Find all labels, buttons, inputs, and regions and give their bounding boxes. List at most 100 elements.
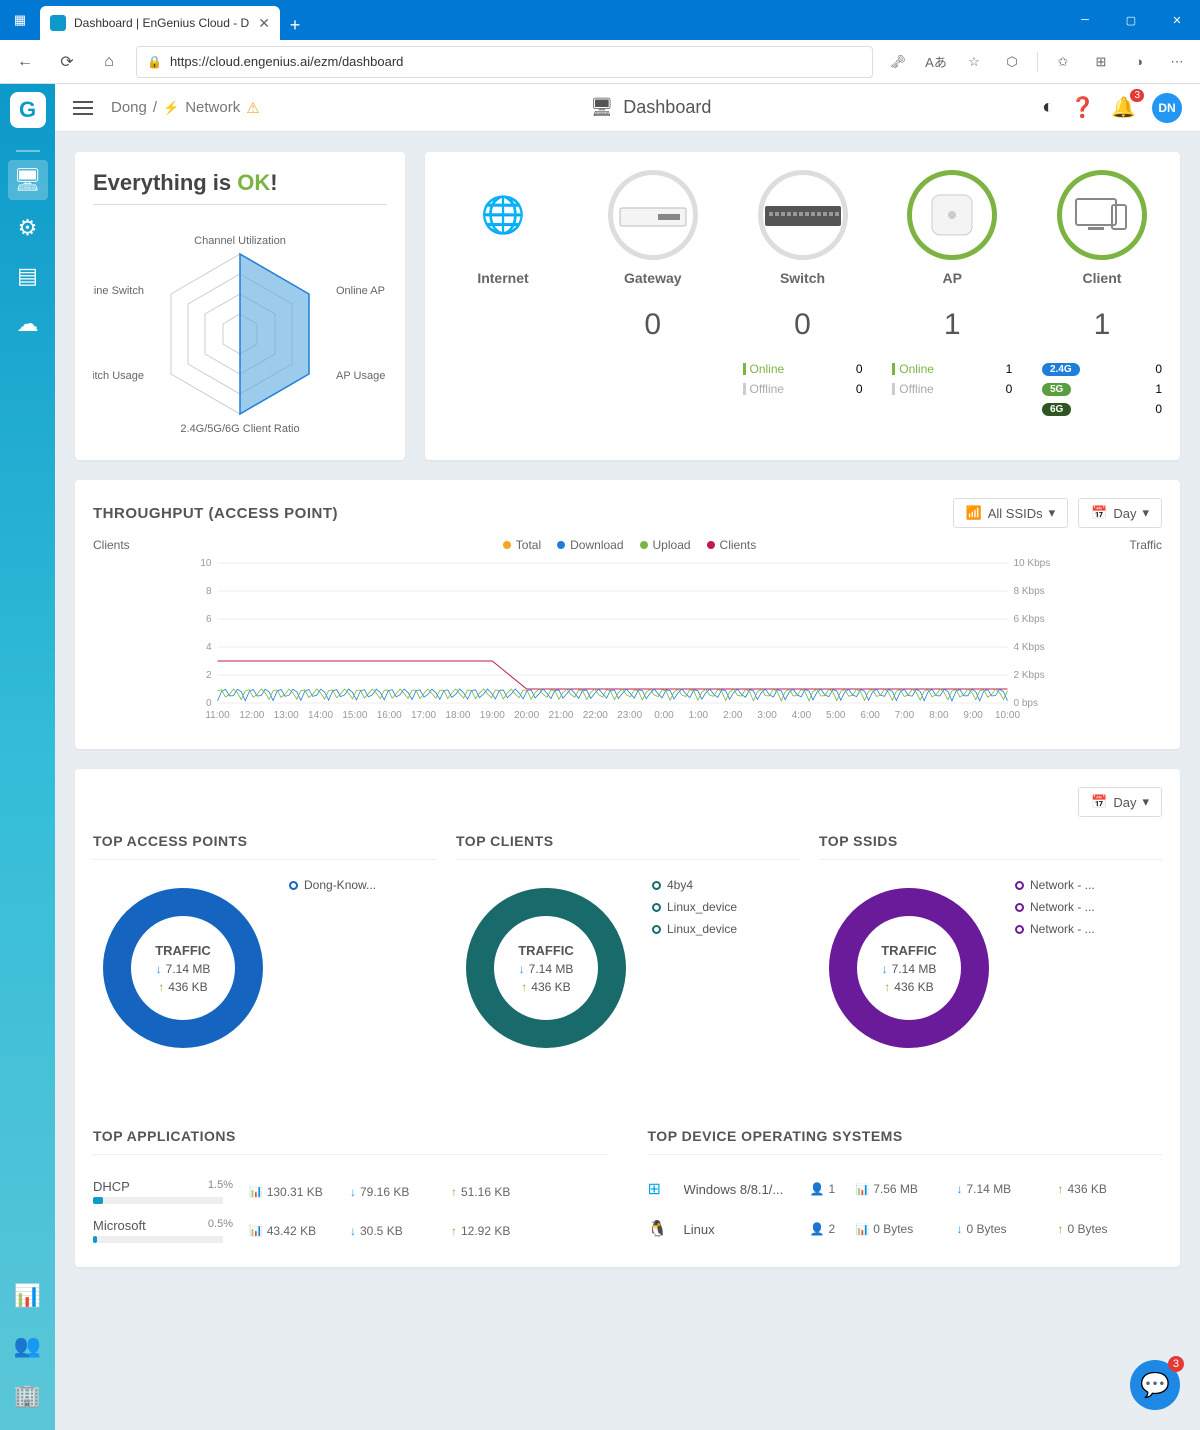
top-list: 4by4 Linux_device Linux_device (652, 878, 737, 1058)
radar-chart: Channel Utilization Online AP AP Usage 2… (93, 219, 387, 439)
star-icon[interactable]: ☆ (961, 49, 987, 75)
extension-icon[interactable]: ⬡ (999, 49, 1025, 75)
top-applications-title: TOP APPLICATIONS (93, 1128, 608, 1155)
svg-text:14:00: 14:00 (308, 710, 333, 721)
sidebar-building-icon[interactable]: 🏢 (8, 1376, 48, 1416)
hamburger-menu[interactable] (73, 101, 93, 115)
warning-icon: ⚠ (246, 99, 259, 117)
window-close-button[interactable]: ✕ (1154, 0, 1200, 40)
donut-chart: TRAFFIC↓7.14 MB↑436 KB (819, 878, 999, 1058)
top-list-item[interactable]: Linux_device (652, 922, 737, 936)
address-input[interactable]: 🔒 https://cloud.engenius.ai/ezm/dashboar… (136, 46, 873, 78)
sidebar-users-icon[interactable]: 👥 (8, 1326, 48, 1366)
svg-text:18:00: 18:00 (445, 710, 470, 721)
topo-label: Switch (780, 270, 825, 286)
os-row: ⊞Windows 8/8.1/...👤1📊7.56 MB↓7.14 MB↑436… (648, 1169, 1163, 1209)
sidebar-doc-icon[interactable]: ▤ (8, 256, 48, 296)
topo-item-gateway[interactable]: Gateway0 (593, 170, 713, 342)
browser-tab-active[interactable]: Dashboard | EnGenius Cloud - D ✕ (40, 6, 280, 40)
svg-text:6:00: 6:00 (860, 710, 880, 721)
os-icon: ⊞ (648, 1179, 668, 1199)
sidebar-monitor-icon[interactable]: 🖥 (8, 160, 48, 200)
browser-titlebar: ▦ Dashboard | EnGenius Cloud - D ✕ + ─ ▢… (0, 0, 1200, 40)
svg-text:23:00: 23:00 (617, 710, 642, 721)
topo-item-client[interactable]: Client12.4G05G16G0 (1042, 170, 1162, 416)
tab-close-icon[interactable]: ✕ (258, 15, 270, 32)
collections-icon[interactable]: ⊞ (1088, 49, 1114, 75)
refresh-button[interactable]: ⟳ (52, 47, 82, 77)
topo-item-internet[interactable]: 🌐 Internet (443, 170, 563, 286)
svg-text:0: 0 (206, 698, 212, 709)
svg-text:10 Kbps: 10 Kbps (1014, 558, 1051, 569)
topo-count: 1 (1094, 308, 1111, 342)
breadcrumb-user: Dong (111, 99, 147, 116)
svg-text:13:00: 13:00 (274, 710, 299, 721)
window-minimize-button[interactable]: ─ (1062, 0, 1108, 40)
svg-text:4:00: 4:00 (792, 710, 812, 721)
top-column: TOP SSIDSTRAFFIC↓7.14 MB↑436 KBNetwork -… (819, 833, 1162, 1058)
top-list: Network - ... Network - ... Network - ... (1015, 878, 1095, 1058)
svg-text:2 Kbps: 2 Kbps (1014, 670, 1045, 681)
ssid-dropdown[interactable]: 📶All SSIDs▾ (953, 498, 1069, 528)
top-list-item[interactable]: Linux_device (652, 900, 737, 914)
tabs-icon[interactable]: ▦ (0, 0, 40, 40)
svg-text:4: 4 (206, 642, 212, 653)
svg-text:21:00: 21:00 (548, 710, 573, 721)
sidebar-chart-icon[interactable]: 📊 (8, 1276, 48, 1316)
more-icon[interactable]: ⋯ (1164, 49, 1190, 75)
range-dropdown[interactable]: 📅Day▾ (1078, 498, 1162, 528)
new-tab-button[interactable]: + (280, 10, 310, 40)
svg-text:8 Kbps: 8 Kbps (1014, 586, 1045, 597)
top-list-item[interactable]: Network - ... (1015, 900, 1095, 914)
app-logo[interactable]: G (10, 92, 46, 128)
svg-text:4 Kbps: 4 Kbps (1014, 642, 1045, 653)
topo-circle: 🌐 (458, 170, 548, 260)
top-list-item[interactable]: Dong-Know... (289, 878, 376, 892)
bell-icon[interactable]: 🔔3 (1111, 95, 1136, 120)
top-os-card: TOP DEVICE OPERATING SYSTEMS ⊞Windows 8/… (648, 1128, 1163, 1249)
legend-item: Clients (707, 538, 757, 552)
top-list-item[interactable]: Network - ... (1015, 878, 1095, 892)
chat-badge: 3 (1168, 1356, 1184, 1372)
svg-text:Switch Usage: Switch Usage (93, 370, 144, 382)
help-icon[interactable]: ❓ (1070, 95, 1095, 120)
chat-button[interactable]: 💬3 (1130, 1360, 1180, 1410)
breadcrumb-sep: / (153, 99, 157, 116)
os-row: 🐧Linux👤2📊0 Bytes↓0 Bytes↑0 Bytes (648, 1209, 1163, 1249)
home-button[interactable]: ⌂ (94, 47, 124, 77)
sidebar-divider (16, 150, 40, 152)
breadcrumb[interactable]: Dong / ⚡ Network ⚠ (111, 99, 260, 117)
top-column: TOP CLIENTSTRAFFIC↓7.14 MB↑436 KB4by4Lin… (456, 833, 799, 1058)
svg-text:16:00: 16:00 (377, 710, 402, 721)
back-button[interactable]: ← (10, 47, 40, 77)
legend-item: Total (503, 538, 541, 552)
window-maximize-button[interactable]: ▢ (1108, 0, 1154, 40)
key-icon[interactable]: 🗝 (885, 49, 911, 75)
favorites-icon[interactable]: ✩ (1050, 49, 1076, 75)
theme-toggle-icon[interactable]: ◐ (1042, 96, 1054, 119)
app-row: Microsoft0.5%📊43.42 KB↓30.5 KB↑12.92 KB (93, 1208, 608, 1247)
read-aloud-icon[interactable]: Aあ (923, 49, 949, 75)
browser-profile-icon[interactable]: ◑ (1126, 49, 1152, 75)
topo-item-ap[interactable]: AP1Online1Offline0 (892, 170, 1012, 396)
avatar[interactable]: DN (1152, 93, 1182, 123)
top-list-item[interactable]: Network - ... (1015, 922, 1095, 936)
topo-item-switch[interactable]: Switch0Online0Offline0 (743, 170, 863, 396)
topo-label: Internet (477, 270, 528, 286)
favicon (50, 15, 66, 31)
tops-range-dropdown[interactable]: 📅Day▾ (1078, 787, 1162, 817)
tab-bar: Dashboard | EnGenius Cloud - D ✕ + (40, 0, 1062, 40)
os-icon: 🐧 (648, 1219, 668, 1239)
top-list-item[interactable]: 4by4 (652, 878, 737, 892)
sidebar-cloud-icon[interactable]: ☁ (8, 304, 48, 344)
tops-card: 📅Day▾ TOP ACCESS POINTSTRAFFIC↓7.14 MB↑4… (75, 769, 1180, 1267)
legend-item: Upload (640, 538, 691, 552)
sidebar-gear-icon[interactable]: ⚙ (8, 208, 48, 248)
topo-circle (608, 170, 698, 260)
top-list: Dong-Know... (289, 878, 376, 1058)
svg-text:6 Kbps: 6 Kbps (1014, 614, 1045, 625)
top-applications-card: TOP APPLICATIONS DHCP1.5%📊130.31 KB↓79.1… (93, 1128, 608, 1249)
svg-text:11:00: 11:00 (205, 710, 230, 721)
svg-text:8: 8 (206, 586, 212, 597)
topo-circle (907, 170, 997, 260)
